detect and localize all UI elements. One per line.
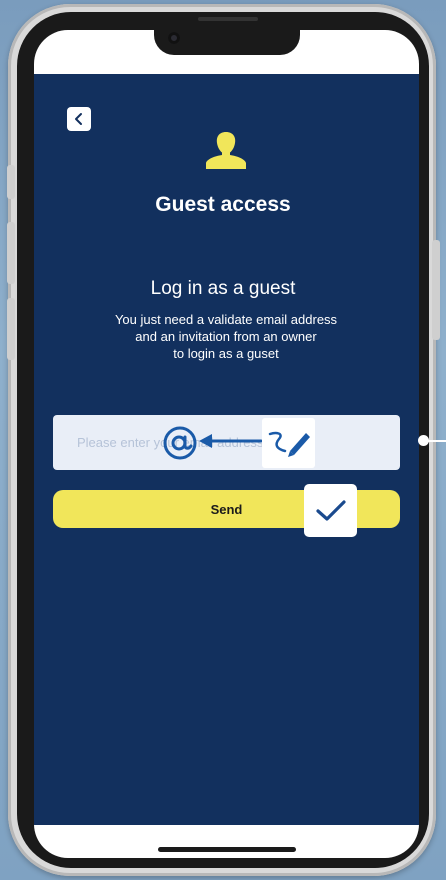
checkmark-icon — [315, 499, 346, 521]
check-annotation-tile — [304, 484, 357, 537]
pen-annotation-tile — [262, 418, 315, 468]
description-line: and an invitation from an owner — [135, 329, 317, 344]
phone-side-button-volume-up — [7, 222, 15, 284]
description-line: to login as a guset — [173, 346, 279, 361]
back-button[interactable] — [67, 107, 91, 131]
annotation-connector-dot — [418, 435, 429, 446]
speaker-grille — [198, 17, 258, 21]
at-sign-icon — [163, 426, 197, 460]
home-indicator[interactable] — [158, 847, 296, 852]
front-camera — [168, 32, 180, 44]
user-silhouette-icon — [206, 132, 246, 169]
arrow-left-icon — [199, 434, 263, 448]
pen-signature-icon — [268, 431, 310, 457]
description-line: You just need a validate email address — [114, 312, 338, 327]
phone-side-button-volume-down — [7, 298, 15, 360]
page-title: Guest access — [155, 193, 291, 216]
section-subtitle: Log in as a guest — [150, 278, 296, 299]
description: You just need a validate email address a… — [80, 311, 372, 362]
chevron-left-icon — [75, 113, 82, 125]
